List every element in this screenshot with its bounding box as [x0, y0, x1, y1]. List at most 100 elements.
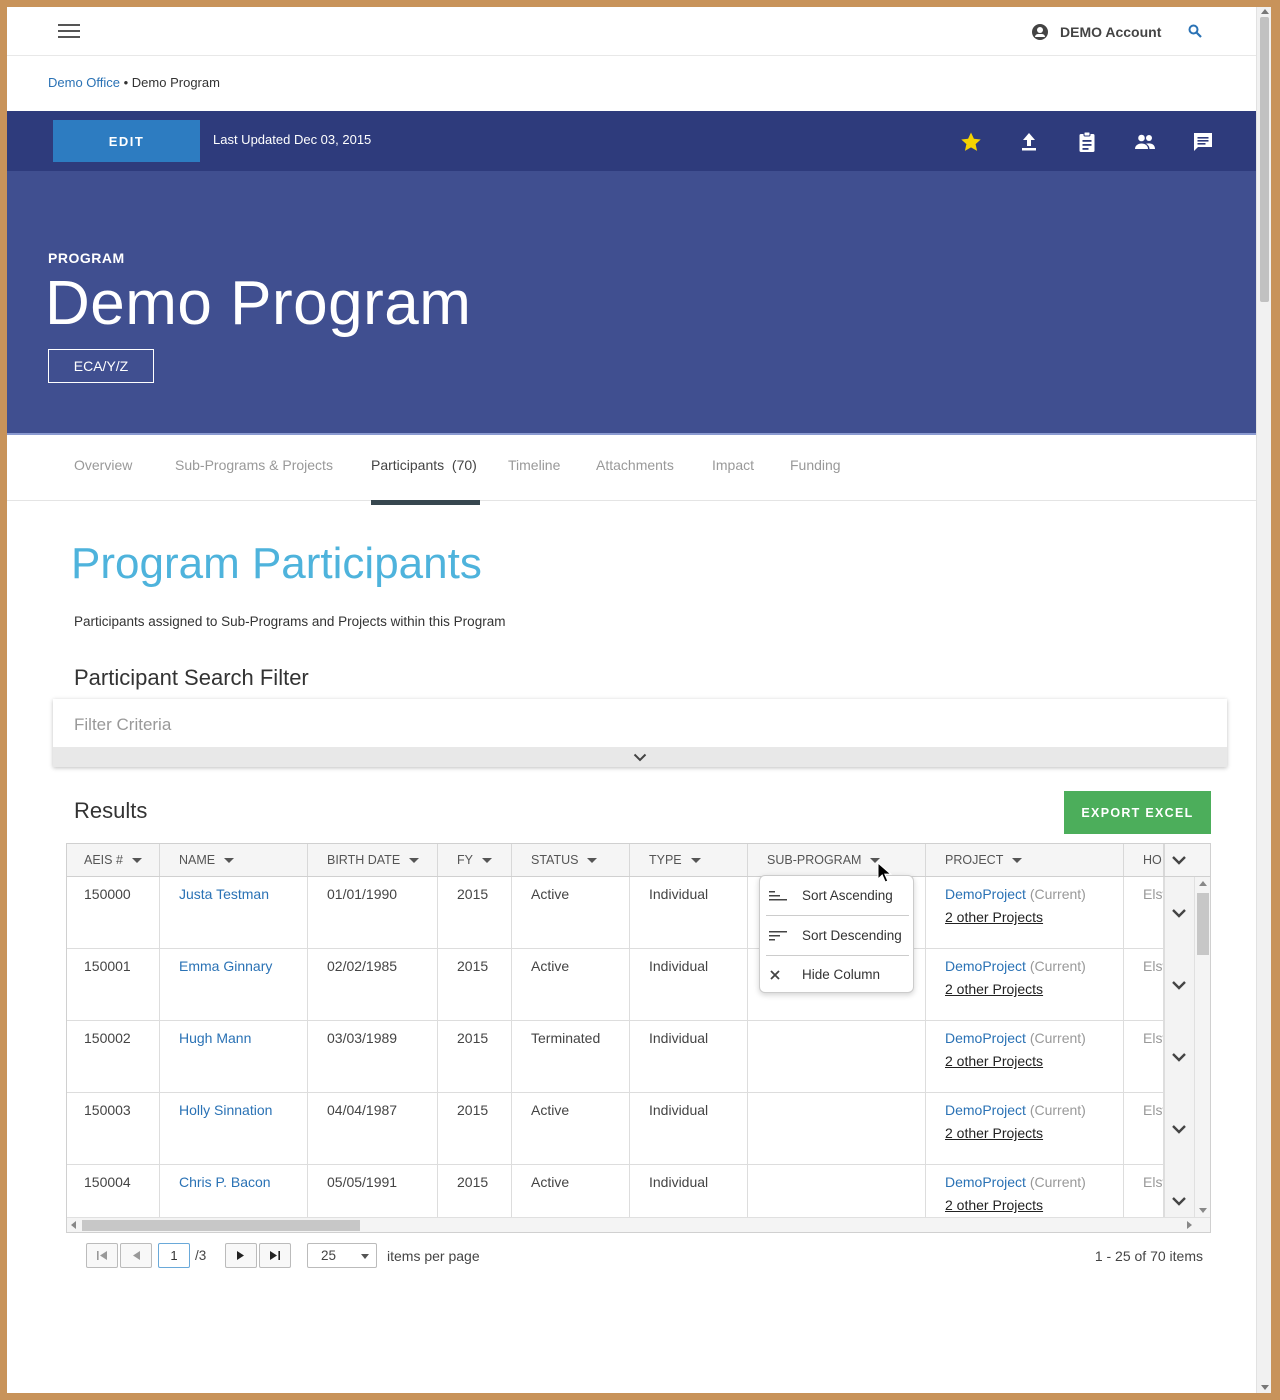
first-page-button[interactable]: [86, 1243, 118, 1268]
hamburger-menu-icon[interactable]: [58, 24, 80, 40]
scrollbar-thumb[interactable]: [82, 1220, 360, 1231]
chevron-down-icon[interactable]: [1171, 1052, 1187, 1062]
breadcrumb: Demo Office • Demo Program: [48, 75, 220, 90]
project-state: (Current): [1029, 1174, 1086, 1190]
table-row[interactable]: 150003 Holly Sinnation 04/04/1987 2015 A…: [67, 1093, 1192, 1165]
cell-birth-date: 05/05/1991: [308, 1165, 438, 1217]
caret-down-icon[interactable]: [409, 857, 420, 863]
grid-horizontal-scrollbar[interactable]: [67, 1217, 1210, 1232]
column-header-fy[interactable]: FY: [438, 844, 512, 876]
tab-funding[interactable]: Funding: [790, 457, 841, 473]
table-row[interactable]: 150001 Emma Ginnary 02/02/1985 2015 Acti…: [67, 949, 1192, 1021]
grid-vertical-scrollbar[interactable]: [1194, 877, 1210, 1217]
comment-icon[interactable]: [1191, 130, 1215, 154]
scroll-up-arrow-icon[interactable]: [1261, 9, 1269, 14]
participant-name-link[interactable]: Hugh Mann: [160, 1021, 308, 1093]
column-header-aeis[interactable]: AEIS #: [67, 844, 160, 876]
project-link[interactable]: DemoProject: [945, 1174, 1026, 1190]
project-link[interactable]: DemoProject: [945, 958, 1026, 974]
next-page-button[interactable]: [225, 1243, 257, 1268]
caret-down-icon[interactable]: [224, 857, 235, 863]
column-header-ho[interactable]: HO: [1124, 844, 1164, 876]
column-label: NAME: [179, 853, 216, 867]
upload-icon[interactable]: [1017, 130, 1041, 154]
scroll-right-arrow-icon[interactable]: [1187, 1221, 1192, 1229]
column-header-status[interactable]: STATUS: [512, 844, 630, 876]
cell-type: Individual: [630, 949, 748, 1021]
column-header-birth-date[interactable]: BIRTH DATE: [308, 844, 438, 876]
page: DEMO Account Demo Office • Demo Program …: [7, 7, 1256, 1393]
scroll-up-arrow-icon[interactable]: [1199, 881, 1207, 886]
project-link[interactable]: DemoProject: [945, 1030, 1026, 1046]
project-link[interactable]: DemoProject: [945, 1102, 1026, 1118]
account-menu[interactable]: DEMO Account: [1032, 23, 1161, 41]
breadcrumb-office-link[interactable]: Demo Office: [48, 75, 120, 90]
tab-attachments[interactable]: Attachments: [596, 457, 674, 473]
chevron-down-icon[interactable]: [1171, 980, 1187, 990]
total-pages: /3: [195, 1248, 207, 1263]
page-size-select[interactable]: 25: [307, 1243, 377, 1268]
sort-descending-menu-item[interactable]: Sort Descending: [760, 916, 915, 955]
scroll-down-arrow-icon[interactable]: [1261, 1385, 1269, 1390]
filter-panel[interactable]: Filter Criteria: [53, 699, 1227, 767]
scrollbar-thumb[interactable]: [1197, 893, 1209, 955]
clipboard-icon[interactable]: [1075, 130, 1099, 154]
expand-all-toggle[interactable]: [1164, 844, 1194, 876]
cell-ho: Elsw: [1124, 1021, 1164, 1093]
hide-column-menu-item[interactable]: Hide Column: [760, 955, 915, 994]
top-bar: DEMO Account: [7, 7, 1256, 56]
project-link[interactable]: DemoProject: [945, 886, 1026, 902]
column-header-sub-program[interactable]: SUB-PROGRAM: [748, 844, 926, 876]
people-icon[interactable]: [1133, 130, 1157, 154]
cell-sub-program: [748, 1165, 926, 1217]
caret-down-icon[interactable]: [587, 857, 598, 863]
edit-button[interactable]: EDIT: [53, 120, 200, 162]
previous-page-button[interactable]: [120, 1243, 152, 1268]
column-header-type[interactable]: TYPE: [630, 844, 748, 876]
cell-birth-date: 02/02/1985: [308, 949, 438, 1021]
table-row[interactable]: 150002 Hugh Mann 03/03/1989 2015 Termina…: [67, 1021, 1192, 1093]
export-excel-button[interactable]: EXPORT EXCEL: [1064, 791, 1211, 834]
column-header-name[interactable]: NAME: [160, 844, 308, 876]
column-header-project[interactable]: PROJECT: [926, 844, 1124, 876]
cell-project: DemoProject (Current) 2 other Projects: [926, 1165, 1124, 1217]
participant-name-link[interactable]: Emma Ginnary: [160, 949, 308, 1021]
caret-down-icon[interactable]: [690, 857, 701, 863]
tab-participants[interactable]: Participants (70): [371, 457, 480, 505]
cell-fy: 2015: [438, 1093, 512, 1165]
scrollbar-thumb[interactable]: [1260, 17, 1269, 302]
search-icon[interactable]: [1188, 24, 1202, 38]
other-projects-link[interactable]: 2 other Projects: [945, 1125, 1123, 1141]
chevron-down-icon[interactable]: [1171, 908, 1187, 918]
filter-criteria-placeholder[interactable]: Filter Criteria: [74, 715, 171, 735]
page-vertical-scrollbar[interactable]: [1256, 7, 1271, 1393]
other-projects-link[interactable]: 2 other Projects: [945, 909, 1123, 925]
scroll-down-arrow-icon[interactable]: [1199, 1208, 1207, 1213]
last-page-button[interactable]: [259, 1243, 291, 1268]
column-label: TYPE: [649, 853, 682, 867]
mouse-pointer-icon: [877, 862, 893, 883]
other-projects-link[interactable]: 2 other Projects: [945, 981, 1123, 997]
page-number-input[interactable]: 1: [158, 1243, 190, 1268]
table-row[interactable]: 150000 Justa Testman 01/01/1990 2015 Act…: [67, 877, 1192, 949]
caret-down-icon[interactable]: [481, 857, 492, 863]
star-icon[interactable]: [959, 130, 983, 154]
cell-ho: Elsw: [1124, 877, 1164, 949]
chevron-down-icon[interactable]: [1171, 1124, 1187, 1134]
participant-name-link[interactable]: Justa Testman: [160, 877, 308, 949]
tab-sub-programs-projects[interactable]: Sub-Programs & Projects: [175, 457, 333, 473]
other-projects-link[interactable]: 2 other Projects: [945, 1053, 1123, 1069]
scroll-left-arrow-icon[interactable]: [71, 1221, 76, 1229]
tab-impact[interactable]: Impact: [712, 457, 754, 473]
participant-name-link[interactable]: Chris P. Bacon: [160, 1165, 308, 1217]
other-projects-link[interactable]: 2 other Projects: [945, 1197, 1123, 1213]
tab-timeline[interactable]: Timeline: [508, 457, 560, 473]
caret-down-icon[interactable]: [131, 857, 142, 863]
caret-down-icon[interactable]: [1012, 857, 1023, 863]
page-size-value: 25: [321, 1248, 337, 1263]
tab-overview[interactable]: Overview: [74, 457, 132, 473]
participant-name-link[interactable]: Holly Sinnation: [160, 1093, 308, 1165]
filter-expand-toggle[interactable]: [53, 747, 1227, 767]
table-row[interactable]: 150004 Chris P. Bacon 05/05/1991 2015 Ac…: [67, 1165, 1192, 1217]
chevron-down-icon[interactable]: [1171, 1196, 1187, 1206]
